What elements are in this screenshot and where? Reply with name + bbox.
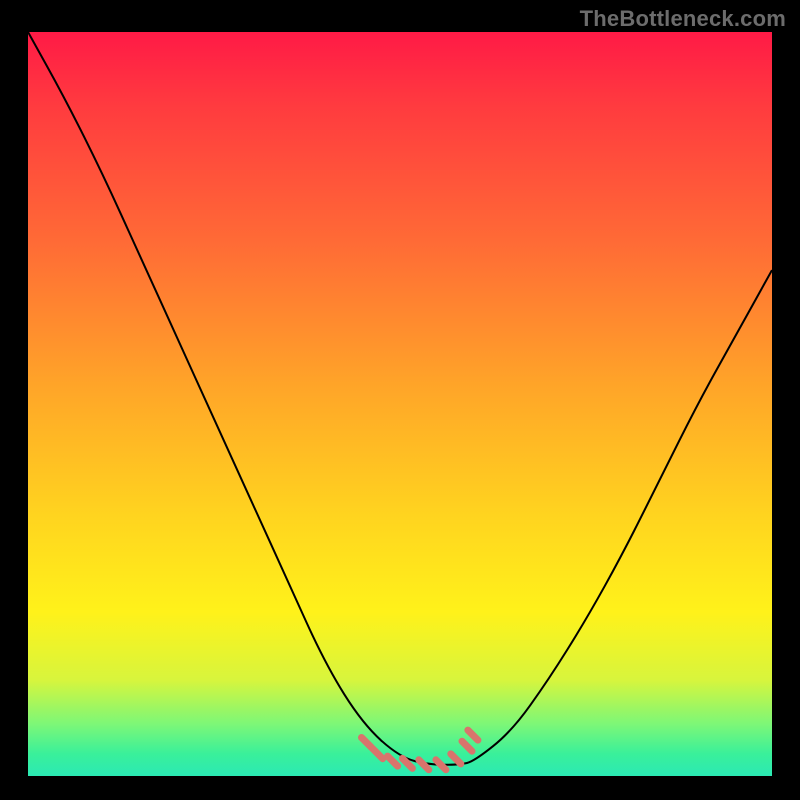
- chart-svg: [28, 32, 772, 776]
- watermark-text: TheBottleneck.com: [580, 6, 786, 32]
- plot-area: [28, 32, 772, 776]
- bottleneck-curve: [28, 32, 772, 765]
- chart-frame: TheBottleneck.com: [0, 0, 800, 800]
- flat-minimum-dots: [362, 730, 478, 770]
